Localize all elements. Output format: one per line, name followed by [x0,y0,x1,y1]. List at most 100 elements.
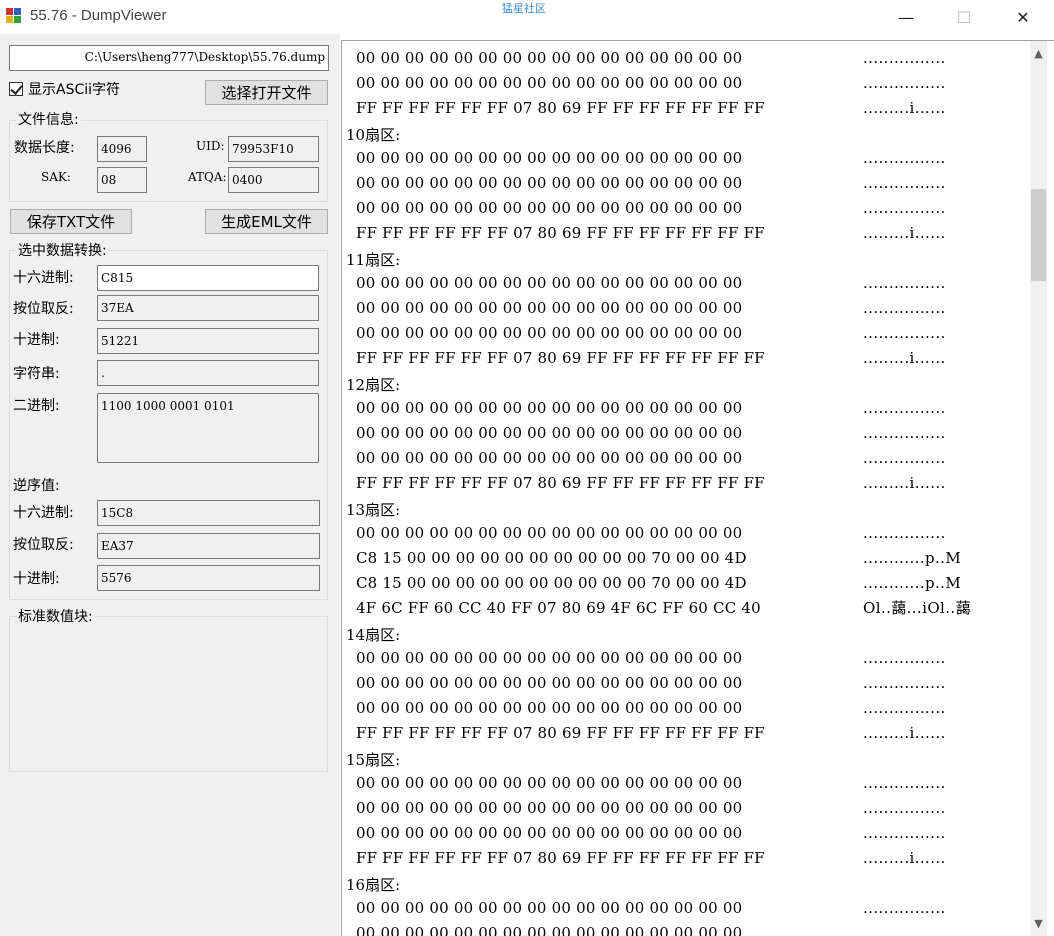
vertical-scrollbar[interactable]: ▲ ▼ [1030,41,1047,936]
ascii-text[interactable]: .........i...... [863,221,946,246]
hex-bytes[interactable]: 00 00 00 00 00 00 00 00 00 00 00 00 00 0… [356,196,742,221]
ascii-text[interactable]: .........i...... [863,471,946,496]
hex-bytes[interactable]: 00 00 00 00 00 00 00 00 00 00 00 00 00 0… [356,396,742,421]
ascii-text[interactable]: ............p..M [863,546,961,571]
scroll-up-arrow-icon[interactable]: ▲ [1030,45,1047,62]
hex-bytes[interactable]: 00 00 00 00 00 00 00 00 00 00 00 00 00 0… [356,171,742,196]
hex-bytes[interactable]: 00 00 00 00 00 00 00 00 00 00 00 00 00 0… [356,896,742,921]
data-length-field[interactable]: 4096 [97,136,147,162]
ascii-text[interactable]: ................ [863,521,946,546]
hex-bytes[interactable]: 00 00 00 00 00 00 00 00 00 00 00 00 00 0… [356,146,742,171]
sector-label: 15扇区: [346,751,401,769]
sector-label: 11扇区: [346,251,401,269]
ascii-text[interactable]: ................ [863,821,946,846]
hex-bytes[interactable]: FF FF FF FF FF FF 07 80 69 FF FF FF FF F… [356,721,765,746]
file-info-title: 文件信息: [16,109,81,129]
hex-bytes[interactable]: 00 00 00 00 00 00 00 00 00 00 00 00 00 0… [356,521,742,546]
hex-view[interactable]: 00 00 00 00 00 00 00 00 00 00 00 00 00 0… [341,40,1054,936]
hex-bytes[interactable]: 00 00 00 00 00 00 00 00 00 00 00 00 00 0… [356,446,742,471]
ascii-text[interactable]: ................ [863,296,946,321]
ascii-text[interactable]: ................ [863,146,946,171]
ascii-text[interactable]: .........i...... [863,721,946,746]
hex-bytes[interactable]: 00 00 00 00 00 00 00 00 00 00 00 00 00 0… [356,421,742,446]
ascii-text[interactable]: .........i...... [863,96,946,121]
close-button[interactable]: ✕ [994,0,1052,34]
binary-label: 二进制: [13,398,60,414]
hex-bytes[interactable]: 00 00 00 00 00 00 00 00 00 00 00 00 00 0… [356,321,742,346]
hex-bytes[interactable]: C8 15 00 00 00 00 00 00 00 00 00 00 70 0… [356,546,747,571]
save-txt-button[interactable]: 保存TXT文件 [10,209,132,234]
scroll-down-arrow-icon[interactable]: ▼ [1030,915,1047,932]
string-field[interactable]: . [97,360,319,386]
atqa-field[interactable]: 0400 [228,167,319,193]
hex-bytes[interactable]: FF FF FF FF FF FF 07 80 69 FF FF FF FF F… [356,221,765,246]
ascii-text[interactable]: ................ [863,171,946,196]
hex-bytes[interactable]: FF FF FF FF FF FF 07 80 69 FF FF FF FF F… [356,471,765,496]
decimal-field[interactable]: 51221 [97,328,319,354]
decimal-label: 十进制: [13,332,60,348]
hex-bytes[interactable]: 00 00 00 00 00 00 00 00 00 00 00 00 00 0… [356,71,742,96]
sak-field[interactable]: 08 [97,167,147,193]
sector-label: 10扇区: [346,126,401,144]
ascii-text[interactable]: ................ [863,421,946,446]
reverse-hex-label: 十六进制: [13,505,74,521]
ascii-text[interactable]: ................ [863,796,946,821]
ascii-text[interactable]: ................ [863,671,946,696]
show-ascii-checkbox-row[interactable]: 显示ASCii字符 [9,79,120,99]
reverse-decimal-field[interactable]: 5576 [97,565,320,591]
ascii-text[interactable]: .........i...... [863,346,946,371]
hex-bytes[interactable]: FF FF FF FF FF FF 07 80 69 FF FF FF FF F… [356,846,765,871]
hex-bytes[interactable]: 00 00 00 00 00 00 00 00 00 00 00 00 00 0… [356,671,742,696]
invert-field[interactable]: 37EA [97,295,319,321]
hex-bytes[interactable]: 00 00 00 00 00 00 00 00 00 00 00 00 00 0… [356,696,742,721]
left-panel: C:\Users\heng777\Desktop\55.76.dump 显示AS… [0,34,340,936]
hex-bytes[interactable]: 00 00 00 00 00 00 00 00 00 00 00 00 00 0… [356,296,742,321]
hex-label: 十六进制: [13,270,74,286]
minimize-icon: — [898,7,914,27]
uid-field[interactable]: 79953F10 [228,136,319,162]
ascii-text[interactable]: ................ [863,446,946,471]
hex-bytes[interactable]: C8 15 00 00 00 00 00 00 00 00 00 00 70 0… [356,571,747,596]
reverse-invert-field[interactable]: EA37 [97,533,320,559]
ascii-text[interactable]: ................ [863,696,946,721]
ascii-text[interactable]: ................ [863,46,946,71]
standard-block-group [9,616,328,772]
hex-bytes[interactable]: 00 00 00 00 00 00 00 00 00 00 00 00 00 0… [356,796,742,821]
ascii-text[interactable]: ................ [863,896,946,921]
watermark-text: 猛星社区 [502,2,546,15]
ascii-text[interactable]: ................ [863,396,946,421]
reverse-hex-field[interactable]: 15C8 [97,500,320,526]
ascii-text[interactable]: ................ [863,71,946,96]
ascii-text[interactable]: ................ [863,271,946,296]
ascii-text[interactable]: Ol..藹...iOl..藹 [863,596,971,621]
scroll-thumb[interactable] [1031,189,1046,281]
hex-bytes[interactable]: FF FF FF FF FF FF 07 80 69 FF FF FF FF F… [356,346,765,371]
hex-bytes[interactable]: 00 00 00 00 00 00 00 00 00 00 00 00 00 0… [356,771,742,796]
sector-label: 16扇区: [346,876,401,894]
generate-eml-button[interactable]: 生成EML文件 [205,209,328,234]
file-path-field[interactable]: C:\Users\heng777\Desktop\55.76.dump [9,45,329,71]
hex-bytes[interactable]: 00 00 00 00 00 00 00 00 00 00 00 00 00 0… [356,646,742,671]
hex-bytes[interactable]: 00 00 00 00 00 00 00 00 00 00 00 00 00 0… [356,271,742,296]
invert-label: 按位取反: [13,301,74,317]
ascii-text[interactable]: .........i...... [863,846,946,871]
ascii-text[interactable]: ................ [863,771,946,796]
maximize-button[interactable]: ☐ [935,0,993,34]
atqa-label: ATQA: [188,170,227,184]
window-title: 55.76 - DumpViewer [30,7,167,24]
hex-bytes[interactable]: 00 00 00 00 00 00 00 00 00 00 00 00 00 0… [356,821,742,846]
hex-bytes[interactable]: 4F 6C FF 60 CC 40 FF 07 80 69 4F 6C FF 6… [356,596,761,621]
ascii-text[interactable]: ................ [863,196,946,221]
open-file-button[interactable]: 选择打开文件 [205,80,328,105]
ascii-text[interactable]: ............p..M [863,571,961,596]
binary-field[interactable]: 1100 1000 0001 0101 [97,393,319,463]
show-ascii-checkbox[interactable] [9,82,23,96]
ascii-text[interactable]: ................ [863,321,946,346]
ascii-text[interactable]: ................ [863,646,946,671]
hex-bytes[interactable]: 00 00 00 00 00 00 00 00 00 00 00 00 00 0… [356,46,742,71]
hex-field[interactable]: C815 [97,265,319,291]
ascii-text[interactable]: ................ [863,921,946,936]
hex-bytes[interactable]: 00 00 00 00 00 00 00 00 00 00 00 00 00 0… [356,921,742,936]
minimize-button[interactable]: — [877,0,935,34]
hex-bytes[interactable]: FF FF FF FF FF FF 07 80 69 FF FF FF FF F… [356,96,765,121]
